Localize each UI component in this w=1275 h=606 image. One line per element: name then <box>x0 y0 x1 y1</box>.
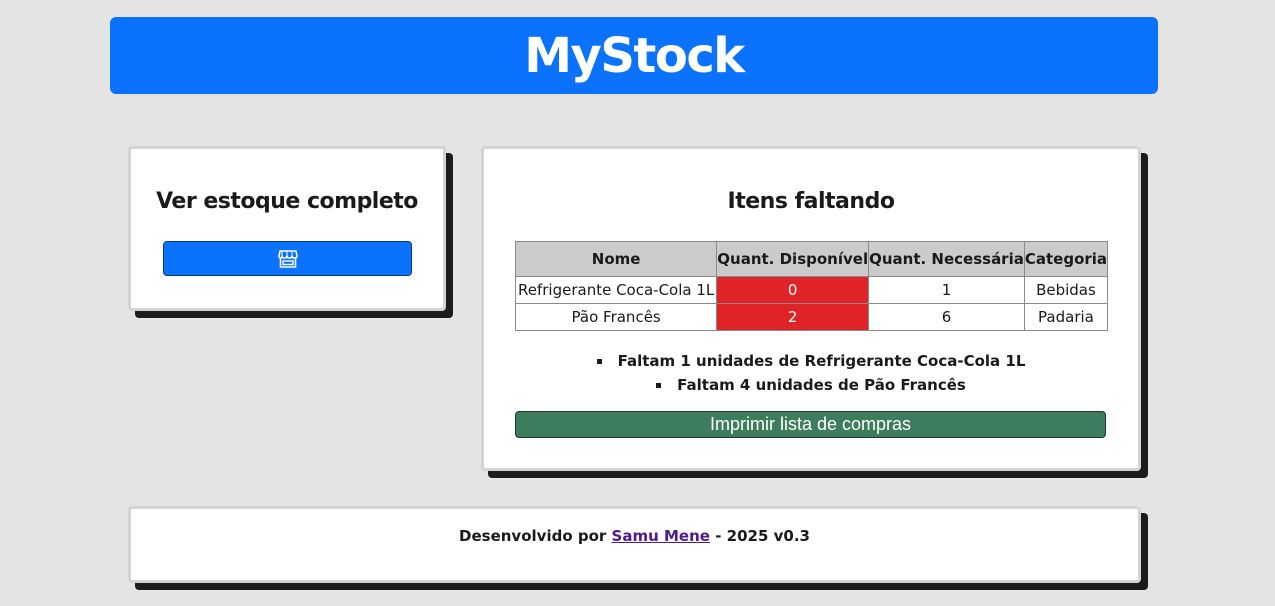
footer-suffix: - 2025 v0.3 <box>715 527 810 545</box>
missing-items-title: Itens faltando <box>727 189 895 214</box>
shopping-list: Faltam 1 unidades de Refrigerante Coca-C… <box>484 349 1138 397</box>
table-row: Pão Francês 2 6 Padaria <box>514 303 1109 331</box>
cell-available: 0 <box>716 276 870 304</box>
stock-card: Ver estoque completo <box>128 146 446 311</box>
table-row: Refrigerante Coca-Cola 1L 0 1 Bebidas <box>514 276 1109 304</box>
app-header: MyStock <box>110 17 1158 94</box>
footer-prefix: Desenvolvido por <box>459 527 607 545</box>
missing-items-table: Nome Quant. Disponível Quant. Necessária… <box>514 241 1109 331</box>
cell-available: 2 <box>716 303 870 331</box>
view-stock-button[interactable] <box>163 241 412 276</box>
author-link[interactable]: Samu Mene <box>612 527 710 545</box>
table-header-row: Nome Quant. Disponível Quant. Necessária… <box>514 241 1109 277</box>
footer-text: Desenvolvido por Samu Mene - 2025 v0.3 <box>131 527 1138 545</box>
footer: Desenvolvido por Samu Mene - 2025 v0.3 <box>128 506 1141 583</box>
cell-name: Pão Francês <box>514 303 718 331</box>
print-shopping-list-button[interactable]: Imprimir lista de compras <box>515 411 1106 438</box>
list-item: Faltam 1 unidades de Refrigerante Coca-C… <box>484 349 1138 373</box>
column-header-needed: Quant. Necessária <box>868 241 1025 277</box>
app-title: MyStock <box>524 27 745 84</box>
store-icon <box>277 249 298 268</box>
cell-needed: 1 <box>868 276 1025 304</box>
column-header-name: Nome <box>514 241 718 277</box>
cell-category: Padaria <box>1023 303 1109 331</box>
list-item: Faltam 4 unidades de Pão Francês <box>484 373 1138 397</box>
cell-category: Bebidas <box>1023 276 1109 304</box>
column-header-category: Categoria <box>1023 241 1109 277</box>
column-header-available: Quant. Disponível <box>716 241 870 277</box>
missing-items-card: Itens faltando Nome Quant. Disponível Qu… <box>481 146 1141 471</box>
cell-name: Refrigerante Coca-Cola 1L <box>514 276 718 304</box>
cell-needed: 6 <box>868 303 1025 331</box>
stock-card-title: Ver estoque completo <box>156 189 418 214</box>
